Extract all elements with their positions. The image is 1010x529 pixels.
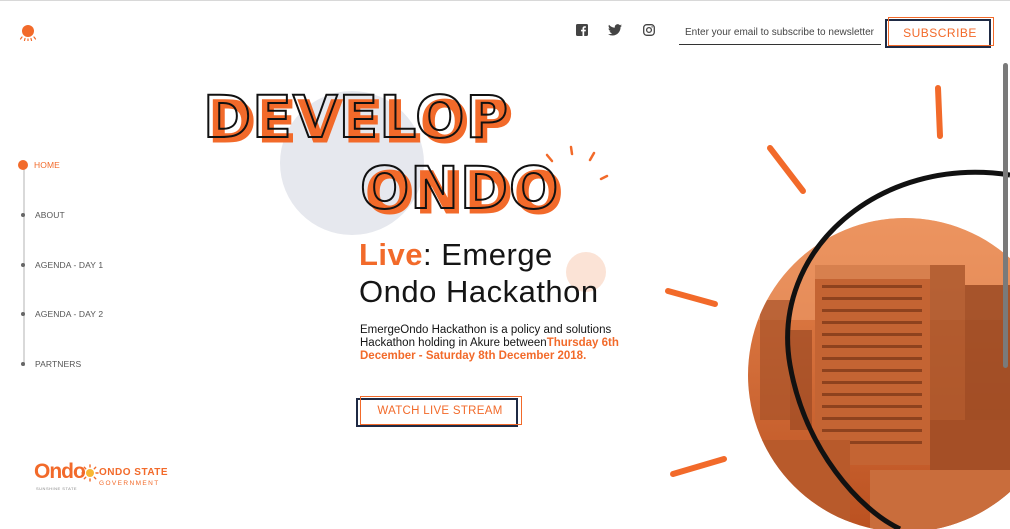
- nav-dot: [21, 213, 25, 217]
- scrollbar-thumb[interactable]: [1003, 63, 1008, 368]
- subscribe-button[interactable]: SUBSCRIBE: [888, 19, 992, 46]
- ray: [665, 288, 718, 307]
- hero-description: EmergeOndo Hackathon is a policy and sol…: [360, 324, 660, 363]
- nav-label: AGENDA - DAY 1: [35, 260, 104, 270]
- newsletter-email-input[interactable]: [679, 21, 881, 45]
- facebook-icon[interactable]: [574, 22, 590, 38]
- ondo-logo-tagline: SUNSHINE STATE: [36, 486, 78, 491]
- black-arc: [785, 169, 1010, 529]
- sun-icon: [81, 464, 99, 482]
- twitter-icon[interactable]: [607, 22, 623, 38]
- watch-button-frame: WATCH LIVE STREAM: [356, 396, 524, 428]
- nav-item-home[interactable]: HOME: [18, 158, 60, 172]
- ray: [935, 85, 943, 139]
- nav-item-agenda-day-1[interactable]: AGENDA - DAY 1: [18, 258, 103, 272]
- nav-label: HOME: [34, 160, 60, 170]
- nav-dot: [21, 312, 25, 316]
- nav-item-agenda-day-2[interactable]: AGENDA - DAY 2: [18, 307, 103, 321]
- nav-label: ABOUT: [35, 210, 65, 220]
- top-border: [0, 0, 1010, 1]
- akure-city-photo: [748, 218, 1010, 529]
- hero-headline: Live: Emerge Ondo Hackathon: [359, 236, 599, 310]
- instagram-icon[interactable]: [641, 22, 657, 38]
- nav-dot: [21, 362, 25, 366]
- nav-item-partners[interactable]: PARTNERS: [18, 357, 81, 371]
- subscribe-button-frame: SUBSCRIBE: [885, 17, 995, 49]
- nav-label: PARTNERS: [35, 359, 82, 369]
- live-label: Live: [359, 237, 424, 272]
- ondo-logo-word: Ondo: [34, 460, 86, 483]
- ondo-state-logo[interactable]: Ondo SUNSHINE STATE ONDO STATE GOVERNMEN…: [34, 460, 174, 496]
- ray: [767, 145, 806, 194]
- headline-line2: Ondo Hackathon: [359, 274, 599, 309]
- nav-dot: [21, 263, 25, 267]
- nav-item-about[interactable]: ABOUT: [18, 208, 65, 222]
- sun-logo-icon[interactable]: [19, 23, 37, 41]
- develop-outline: DEVELOP: [203, 83, 509, 151]
- ray: [670, 456, 727, 477]
- ondo-outline: ONDO: [360, 154, 559, 222]
- ondo-shadow: ONDO: [365, 159, 564, 227]
- nav-dot-active: [18, 160, 28, 170]
- watch-live-stream-button[interactable]: WATCH LIVE STREAM: [360, 397, 520, 424]
- develop-shadow: DEVELOP: [208, 88, 514, 156]
- nav-label: AGENDA - DAY 2: [35, 309, 104, 319]
- ondo-state-label: ONDO STATE: [99, 467, 169, 478]
- government-label: GOVERNMENT: [99, 480, 160, 487]
- grey-bubble: [280, 91, 424, 235]
- headline-part: : Emerge: [423, 237, 553, 272]
